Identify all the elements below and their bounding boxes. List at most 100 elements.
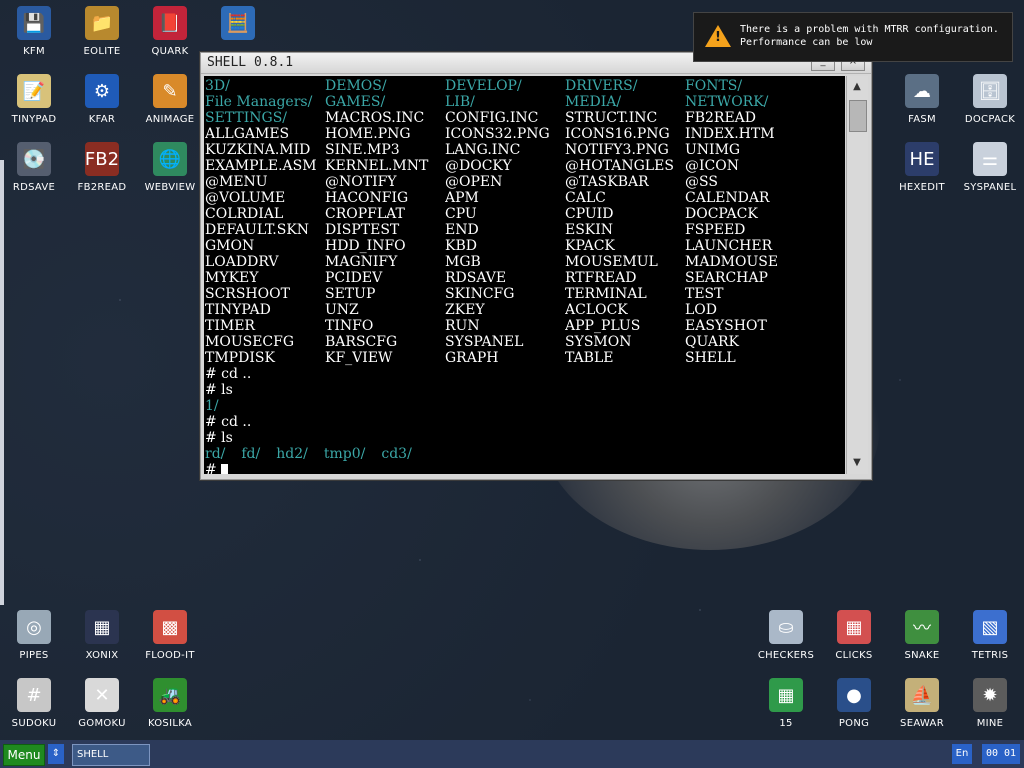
text-cursor <box>221 464 229 474</box>
scroll-up-arrow-icon[interactable]: ▲ <box>850 80 864 94</box>
file-entry: SETUP <box>325 286 376 302</box>
file-entry: SHELL <box>685 350 736 366</box>
file-entry: DOCPACK <box>685 206 758 222</box>
drive-entry: tmp0/ <box>323 446 366 462</box>
menu-button[interactable]: Menu <box>3 744 45 766</box>
file-entry: CALC <box>565 190 606 206</box>
desktop-icon-hexedit[interactable]: HE HEXEDIT <box>888 136 956 204</box>
file-entry: MACROS.INC <box>325 110 425 126</box>
notification-line-1: There is a problem with MTRR configurati… <box>740 24 999 35</box>
file-entry: HDD_INFO <box>325 238 406 254</box>
desktop-icon-pong[interactable]: ● PONG <box>820 672 888 740</box>
taskbar-item-shell[interactable]: SHELL <box>72 744 150 766</box>
drive-entry: cd3/ <box>381 446 412 462</box>
notification-line-2: Performance can be low <box>740 37 873 48</box>
file-entry: MGB <box>445 254 481 270</box>
file-entry: UNIMG <box>685 142 741 158</box>
desktop-icon-clicks[interactable]: ▦ CLICKS <box>820 604 888 672</box>
desktop-icon-fasm[interactable]: ☁ FASM <box>888 68 956 136</box>
desktop-icon-tinypad[interactable]: 📝 TINYPAD <box>0 68 68 136</box>
desktop-icon-mine[interactable]: ✹ MINE <box>956 672 1024 740</box>
desktop-icon-label: QUARK <box>151 46 189 57</box>
file-entry: SEARCHAP <box>685 270 768 286</box>
desktop-icon-label: TETRIS <box>971 650 1009 661</box>
scroll-down-arrow-icon[interactable]: ▼ <box>850 456 864 470</box>
clock[interactable]: 00 01 <box>982 744 1020 764</box>
scroll-thumb[interactable] <box>849 100 867 132</box>
book-icon: FB2 <box>85 142 119 176</box>
file-entry: SYSPANEL <box>445 334 524 350</box>
desktop-icon-rdsave[interactable]: 💽 RDSAVE <box>0 136 68 204</box>
desktop-icon-pipes[interactable]: ◎ PIPES <box>0 604 68 672</box>
file-entry: CPU <box>445 206 477 222</box>
desktop-icon-xonix[interactable]: ▦ XONIX <box>68 604 136 672</box>
desktop-icon-label: FB2READ <box>77 182 127 193</box>
file-entry: APP_PLUS <box>565 318 641 334</box>
file-entry: CALENDAR <box>685 190 770 206</box>
directory-entry: SETTINGS/ <box>205 110 288 126</box>
directory-entry: NETWORK/ <box>685 94 769 110</box>
flood-it-icon: ▩ <box>153 610 187 644</box>
terminal-output[interactable]: 3D/DEMOS/DEVELOP/DRIVERS/FONTS/File Mana… <box>204 76 845 474</box>
desktop-icon-label: GOMOKU <box>78 718 126 729</box>
desktop-icon-animage[interactable]: ✎ ANIMAGE <box>136 68 204 136</box>
file-entry: SYSMON <box>565 334 632 350</box>
desktop-icon-gomoku[interactable]: ✕ GOMOKU <box>68 672 136 740</box>
desktop-icon-webview[interactable]: 🌐 WEBVIEW <box>136 136 204 204</box>
file-entry: SKINCFG <box>445 286 515 302</box>
sudoku-icon: # <box>17 678 51 712</box>
desktop-icon-tetris[interactable]: ▧ TETRIS <box>956 604 1024 672</box>
desktop-icon-kosilka[interactable]: 🚜 KOSILKA <box>136 672 204 740</box>
desktop-icon-kfar[interactable]: ⚙ KFAR <box>68 68 136 136</box>
directory-entry: LIB/ <box>445 94 475 110</box>
terminal-line: # ls <box>205 382 233 398</box>
vertical-scrollbar[interactable]: ▲ ▼ <box>846 76 868 474</box>
hexedit-icon: HE <box>905 142 939 176</box>
desktop-icon-label: 15 <box>779 718 793 729</box>
syspanel-icon: ⚌ <box>973 142 1007 176</box>
desktop-icon-flood-it[interactable]: ▩ FLOOD-IT <box>136 604 204 672</box>
file-entry: MOUSECFG <box>205 334 295 350</box>
pencil-icon: ✎ <box>153 74 187 108</box>
file-entry: ZKEY <box>445 302 485 318</box>
file-entry: TINYPAD <box>205 302 271 318</box>
notification-popup[interactable]: ! There is a problem with MTRR configura… <box>693 12 1013 62</box>
desktop-icon-seawar[interactable]: ⛵ SEAWAR <box>888 672 956 740</box>
desktop-icon-docpack[interactable]: 🗄 DOCPACK <box>956 68 1024 136</box>
desktop-icon-15[interactable]: ▦ 15 <box>752 672 820 740</box>
desktop-icon-label: SUDOKU <box>11 718 57 729</box>
file-entry: KBD <box>445 238 477 254</box>
language-indicator[interactable]: En <box>952 744 972 764</box>
pong-icon: ● <box>837 678 871 712</box>
file-entry: TEST <box>685 286 724 302</box>
desktop-icon-label: DOCPACK <box>964 114 1016 125</box>
drive-entry: rd/ <box>205 446 226 462</box>
file-entry: LANG.INC <box>445 142 521 158</box>
shell-window[interactable]: SHELL 0.8.1 _ × 3D/DEMOS/DEVELOP/DRIVERS… <box>200 52 872 480</box>
file-entry: CONFIG.INC <box>445 110 539 126</box>
terminal-prompt[interactable]: # <box>205 462 229 474</box>
file-entry: SINE.MP3 <box>325 142 400 158</box>
xonix-icon: ▦ <box>85 610 119 644</box>
desktop-icon-syspanel[interactable]: ⚌ SYSPANEL <box>956 136 1024 204</box>
lawnmower-icon: 🚜 <box>153 678 187 712</box>
desktop-icon-fb2read[interactable]: FB2 FB2READ <box>68 136 136 204</box>
desktop-icon-quark[interactable]: 📕 QUARK <box>136 0 204 68</box>
desktop-icon-checkers[interactable]: ⛀ CHECKERS <box>752 604 820 672</box>
directory-entry: GAMES/ <box>325 94 386 110</box>
desktop-icon-kfm[interactable]: 💾 KFM <box>0 0 68 68</box>
desktop-icon-snake[interactable]: 〰 SNAKE <box>888 604 956 672</box>
notification-message: There is a problem with MTRR configurati… <box>740 23 999 49</box>
checkers-icon: ⛀ <box>769 610 803 644</box>
desktop-icon-sudoku[interactable]: # SUDOKU <box>0 672 68 740</box>
desktop-icon-label: SYSPANEL <box>963 182 1017 193</box>
file-entry: MADMOUSE <box>685 254 779 270</box>
terminal-line: # ls <box>205 430 233 446</box>
desktop-icon-label: HEXEDIT <box>899 182 945 193</box>
shell-title: SHELL 0.8.1 <box>207 55 294 70</box>
mine-icon: ✹ <box>973 678 1007 712</box>
fifteen-icon: ▦ <box>769 678 803 712</box>
desktop-icon-eolite[interactable]: 📁 EOLITE <box>68 0 136 68</box>
task-switch-icon[interactable]: ⇕ <box>48 744 64 764</box>
desktop-icon-label: WEBVIEW <box>144 182 196 193</box>
